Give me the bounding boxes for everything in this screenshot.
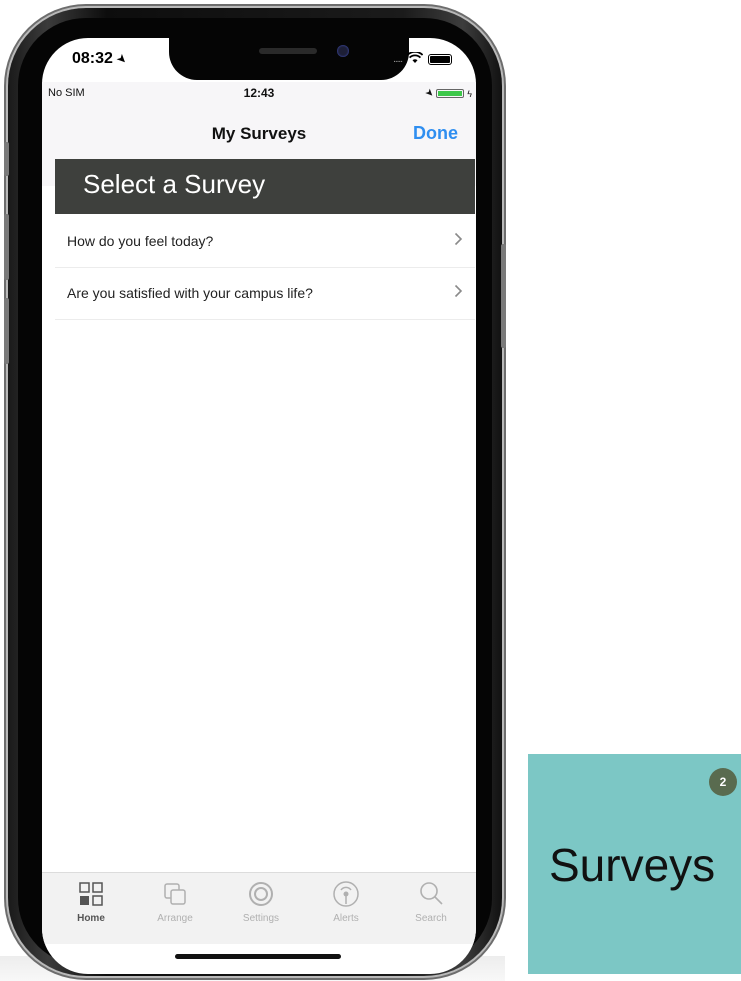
stack-icon [140,879,210,911]
tab-arrange[interactable]: Arrange [140,879,210,924]
tab-bar: Home Arrange Settings Alerts Search [42,872,476,944]
broadcast-icon [311,879,381,911]
tab-label: Home [77,913,105,924]
mute-switch [4,142,9,176]
survey-list: How do you feel today? Are you satisfied… [55,216,475,320]
outer-status-time: 08:32 ➤ [72,50,131,68]
notch [169,38,409,80]
volume-up-button [4,214,9,280]
wifi-icon [406,51,424,67]
inner-status-time: 12:43 [243,86,275,100]
survey-list-item[interactable]: Are you satisfied with your campus life? [55,268,475,320]
phone-frame: 08:32 ➤ ..... No SIM 12:43 ➤ ϟ My Survey… [4,8,506,976]
tab-label: Search [415,913,447,924]
count-badge: 2 [709,768,737,796]
chevron-right-icon [454,282,463,303]
volume-down-button [4,298,9,364]
phone-screen: 08:32 ➤ ..... No SIM 12:43 ➤ ϟ My Survey… [42,38,476,974]
search-icon [396,879,466,911]
location-icon: ➤ [113,50,131,68]
gear-icon [226,879,296,911]
tab-label: Arrange [157,913,193,924]
tab-home[interactable]: Home [56,879,126,924]
tile-label: Surveys [549,839,716,891]
done-button[interactable]: Done [413,123,458,144]
navigation-bar: My Surveys Done [42,118,476,152]
signal-dots: ..... [393,54,403,65]
page-title: My Surveys [211,124,307,143]
battery-icon [428,54,452,65]
tab-settings[interactable]: Settings [226,879,296,924]
charging-icon: ϟ [467,88,472,99]
survey-question: How do you feel today? [67,233,214,249]
outer-status-right: ..... [393,51,452,67]
tab-label: Alerts [333,913,359,924]
battery-icon [436,89,465,98]
inner-status-right: ➤ ϟ [422,86,472,101]
section-header: Select a Survey [55,159,475,214]
speaker-grille [259,48,317,54]
inner-status-bar: No SIM 12:43 ➤ ϟ [42,82,476,106]
survey-list-item[interactable]: How do you feel today? [55,216,475,268]
power-button [501,244,506,348]
front-camera [337,45,349,57]
tab-label: Settings [242,913,280,924]
location-icon: ➤ [422,86,436,101]
chevron-right-icon [454,230,463,251]
survey-question: Are you satisfied with your campus life? [67,285,313,301]
tab-alerts[interactable]: Alerts [311,879,381,924]
tab-search[interactable]: Search [396,879,466,924]
surveys-tile[interactable]: 2 Surveys [528,754,741,974]
grid-icon [56,879,126,911]
home-indicator[interactable] [175,954,341,959]
